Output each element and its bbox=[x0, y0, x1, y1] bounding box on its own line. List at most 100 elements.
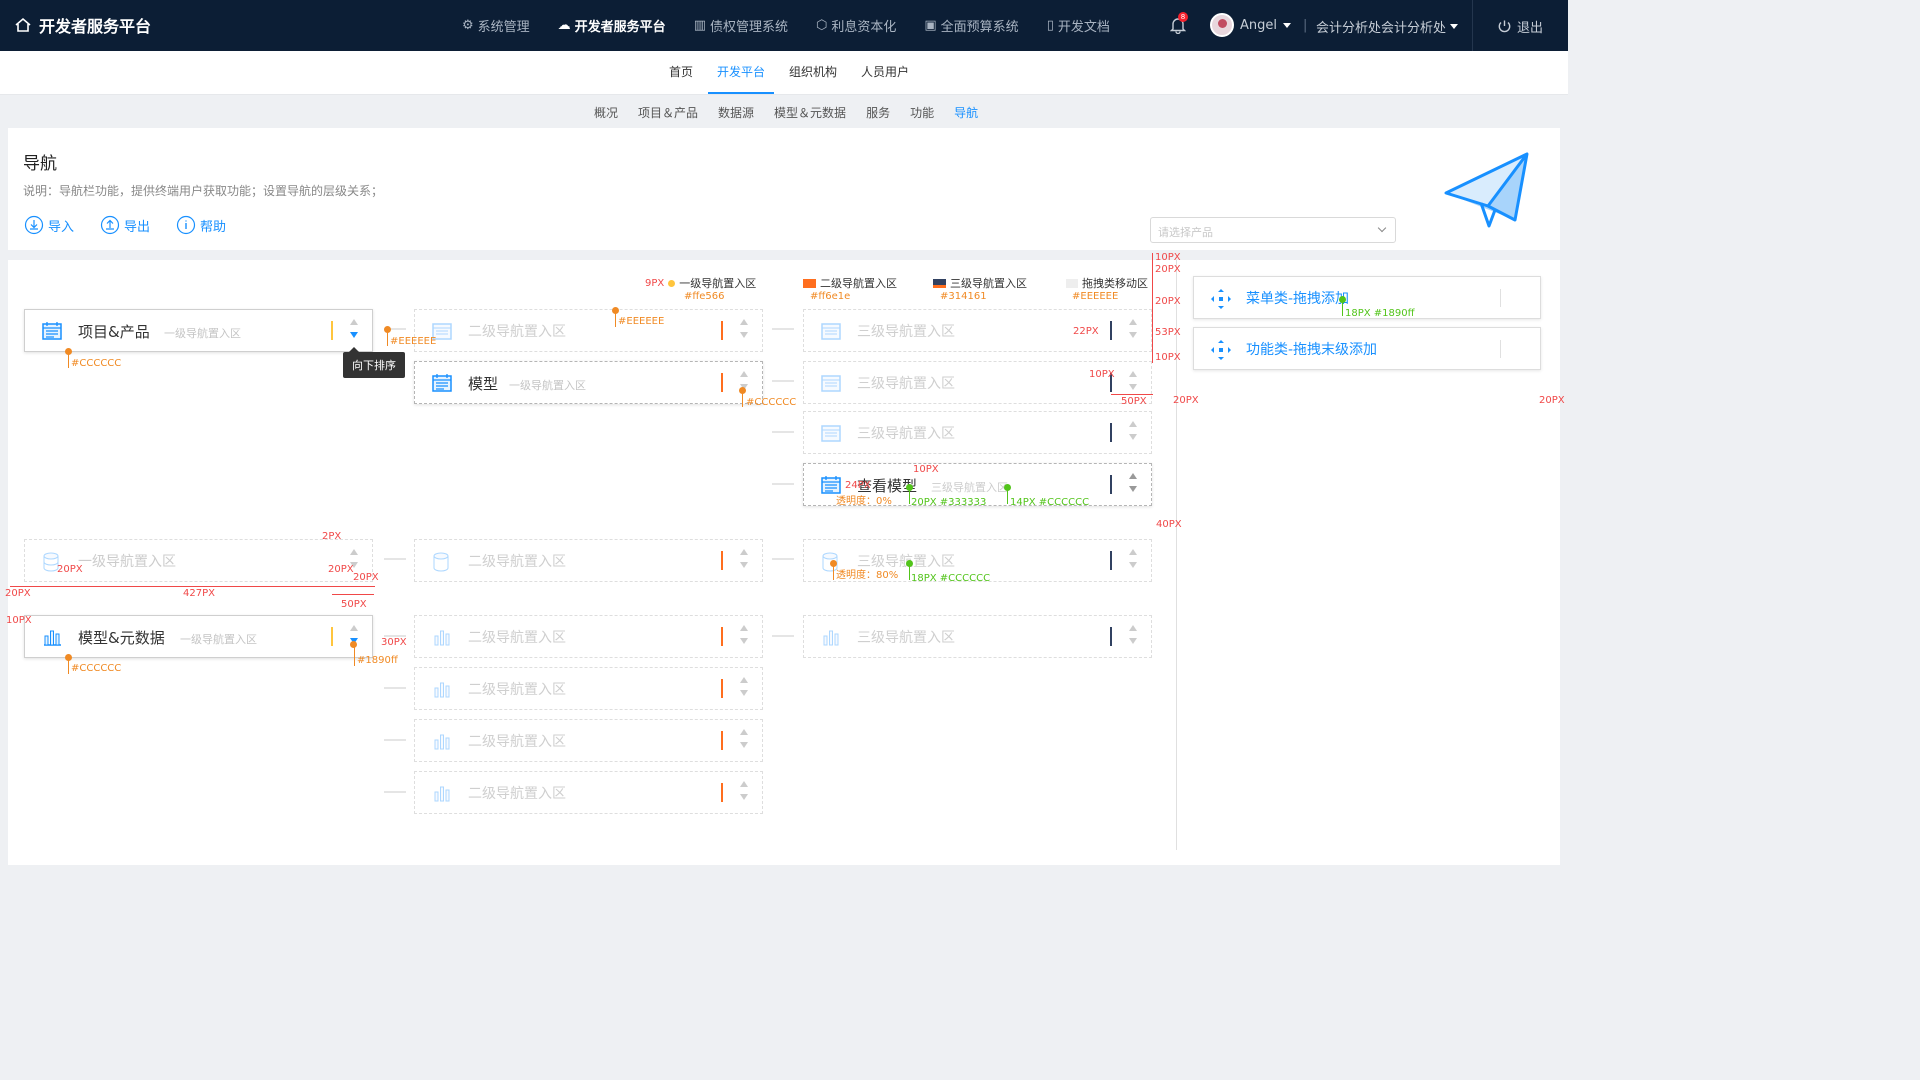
nav-dropzone-level1[interactable]: 一级导航置入区 bbox=[24, 539, 373, 582]
help-button[interactable]: 帮助 bbox=[176, 215, 226, 235]
sort-up-icon[interactable] bbox=[740, 781, 748, 787]
nav-dev-docs[interactable]: ▯ 开发文档 bbox=[1047, 16, 1110, 35]
notification-badge: 8 bbox=[1178, 12, 1188, 22]
sort-arrows[interactable] bbox=[739, 729, 749, 753]
nav-dropzone-level2[interactable]: 二级导航置入区 bbox=[414, 719, 763, 762]
sort-arrows[interactable] bbox=[1128, 625, 1138, 649]
sort-down-icon[interactable] bbox=[740, 690, 748, 696]
sort-up-icon[interactable] bbox=[1129, 473, 1137, 479]
sort-down-icon[interactable] bbox=[740, 742, 748, 748]
drag-item-function[interactable]: 功能类-拖拽末级添加 bbox=[1193, 327, 1541, 370]
sort-up-icon[interactable] bbox=[740, 729, 748, 735]
sort-arrows[interactable] bbox=[739, 781, 749, 805]
sort-up-icon[interactable] bbox=[1129, 371, 1137, 377]
nav-dropzone-level3[interactable]: 三级导航置入区 bbox=[803, 411, 1152, 454]
nav-dropzone-level2[interactable]: 二级导航置入区 bbox=[414, 667, 763, 710]
nav-budget-system[interactable]: ▣ 全面预算系统 bbox=[924, 16, 1018, 35]
sort-down-icon[interactable] bbox=[740, 638, 748, 644]
tab-dev-platform[interactable]: 开发平台 bbox=[708, 51, 775, 94]
tab-models[interactable]: 模型＆元数据 bbox=[774, 104, 846, 121]
tab-projects[interactable]: 项目＆产品 bbox=[638, 104, 698, 121]
nav-dropzone-level3[interactable]: 三级导航置入区 bbox=[803, 615, 1152, 658]
sort-up-icon[interactable] bbox=[350, 319, 358, 325]
sort-down-icon[interactable] bbox=[740, 562, 748, 568]
gear-icon: ⚙ bbox=[462, 18, 474, 33]
connector bbox=[772, 635, 794, 637]
sort-up-icon[interactable] bbox=[350, 625, 358, 631]
sort-down-icon[interactable] bbox=[1129, 332, 1137, 338]
sort-up-icon[interactable] bbox=[740, 625, 748, 631]
sort-up-icon[interactable] bbox=[740, 319, 748, 325]
sort-up-icon[interactable] bbox=[740, 371, 748, 377]
nav-debt-management[interactable]: ▥ 债权管理系统 bbox=[694, 16, 788, 35]
chevron-down-icon bbox=[1450, 24, 1459, 29]
tab-home[interactable]: 首页 bbox=[669, 51, 693, 94]
tab-services[interactable]: 服务 bbox=[866, 104, 890, 121]
calendar-icon bbox=[432, 374, 452, 392]
sort-up-icon[interactable] bbox=[740, 549, 748, 555]
chevron-down-icon bbox=[1283, 22, 1291, 28]
sort-down-icon[interactable] bbox=[1129, 562, 1137, 568]
sort-arrows[interactable] bbox=[739, 549, 749, 573]
sort-up-icon[interactable] bbox=[1129, 319, 1137, 325]
export-button[interactable]: 导出 bbox=[100, 215, 150, 235]
tab-users[interactable]: 人员用户 bbox=[861, 51, 909, 94]
measure: 20PX bbox=[1539, 395, 1565, 406]
annotation-line bbox=[1007, 490, 1008, 504]
nav-node-model[interactable]: 模型 一级导航置入区 bbox=[414, 361, 763, 404]
nav-developer-platform[interactable]: ☁ 开发者服务平台 bbox=[558, 16, 666, 35]
nav-dropzone-level2[interactable]: 二级导航置入区 bbox=[414, 539, 763, 582]
sort-arrows[interactable] bbox=[739, 677, 749, 701]
sort-arrows[interactable] bbox=[1128, 473, 1138, 497]
level-marker bbox=[1110, 551, 1112, 570]
node-label: 三级导航置入区 bbox=[857, 376, 955, 392]
org-selector[interactable]: 会计分析处会计分析处 bbox=[1316, 17, 1459, 36]
node-sublabel: 三级导航置入区 bbox=[931, 481, 1008, 494]
sort-arrows[interactable] bbox=[1128, 371, 1138, 395]
sort-arrows[interactable] bbox=[1128, 421, 1138, 445]
brand[interactable]: 开发者服务平台 bbox=[14, 13, 151, 37]
sort-down-icon[interactable] bbox=[740, 332, 748, 338]
product-select[interactable]: 请选择产品 bbox=[1150, 217, 1396, 243]
sort-up-icon[interactable] bbox=[1129, 549, 1137, 555]
nav-interest-capitalization[interactable]: ⬡ 利息资本化 bbox=[816, 16, 896, 35]
sort-arrows[interactable] bbox=[739, 319, 749, 343]
nav-node-model-metadata[interactable]: 模型&元数据 一级导航置入区 bbox=[24, 615, 373, 658]
sort-down-icon[interactable] bbox=[1129, 638, 1137, 644]
measure: 20PX bbox=[328, 564, 354, 575]
sort-down-icon[interactable] bbox=[1129, 486, 1137, 492]
sort-arrows[interactable] bbox=[1128, 549, 1138, 573]
tab-functions[interactable]: 功能 bbox=[910, 104, 934, 121]
nav-dropzone-level2[interactable]: 二级导航置入区 bbox=[414, 771, 763, 814]
nav-dropzone-level3[interactable]: 三级导航置入区 bbox=[803, 309, 1152, 352]
nav-dropzone-level2[interactable]: 二级导航置入区 bbox=[414, 309, 763, 352]
import-button[interactable]: 导入 bbox=[24, 215, 74, 235]
measure: 20PX bbox=[1173, 395, 1199, 406]
sort-down-icon[interactable] bbox=[1129, 434, 1137, 440]
sort-up-icon[interactable] bbox=[1129, 421, 1137, 427]
sort-arrows[interactable] bbox=[739, 625, 749, 649]
tab-overview[interactable]: 概况 bbox=[594, 104, 618, 121]
nav-node-projects[interactable]: 项目&产品 一级导航置入区 bbox=[24, 309, 373, 352]
sort-arrows[interactable] bbox=[1128, 319, 1138, 343]
info-icon bbox=[176, 215, 196, 235]
sort-up-icon[interactable] bbox=[740, 677, 748, 683]
sort-up-icon[interactable] bbox=[350, 549, 358, 555]
sort-down-icon[interactable] bbox=[1129, 384, 1137, 390]
tab-datasource[interactable]: 数据源 bbox=[718, 104, 754, 121]
export-icon bbox=[100, 215, 120, 235]
home-icon bbox=[15, 17, 31, 32]
notification-bell[interactable]: 8 bbox=[1169, 12, 1188, 37]
sort-down-icon[interactable] bbox=[740, 794, 748, 800]
sort-arrows[interactable] bbox=[349, 319, 359, 343]
nav-dropzone-level3[interactable]: 三级导航置入区 bbox=[803, 361, 1152, 404]
database-icon bbox=[433, 552, 449, 572]
tab-navigation[interactable]: 导航 bbox=[954, 104, 978, 121]
nav-dropzone-level2[interactable]: 二级导航置入区 bbox=[414, 615, 763, 658]
nav-system-management[interactable]: ⚙ 系统管理 bbox=[462, 16, 530, 35]
tab-organization[interactable]: 组织机构 bbox=[789, 51, 837, 94]
logout-button[interactable]: 退出 bbox=[1497, 17, 1543, 36]
user-menu[interactable]: Angel | bbox=[1210, 13, 1307, 37]
sort-up-icon[interactable] bbox=[1129, 625, 1137, 631]
sort-down-icon[interactable] bbox=[350, 332, 358, 338]
